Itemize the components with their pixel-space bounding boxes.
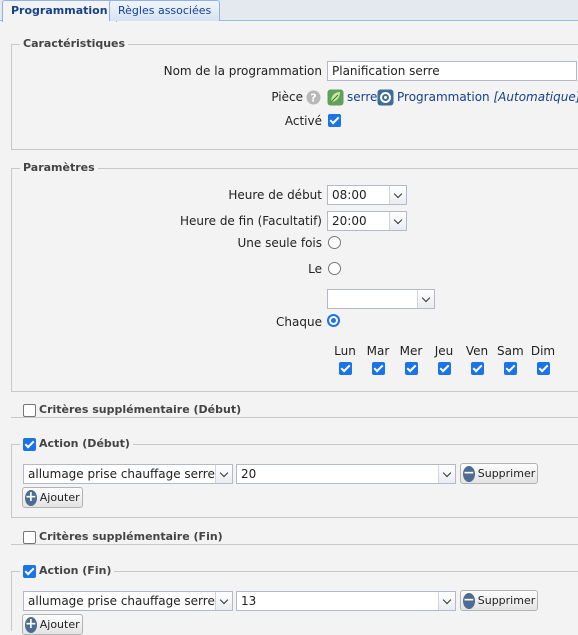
tab-programmation[interactable]: Programmation xyxy=(2,0,117,22)
once-radio[interactable] xyxy=(328,236,341,249)
mode-name: Programmation xyxy=(397,90,490,104)
day-label-sam: Sam xyxy=(497,344,523,358)
question-circle-icon[interactable]: ? xyxy=(306,90,321,105)
day-label-jeu: Jeu xyxy=(431,344,457,358)
end-time-label: Heure de fin (Facultatif) xyxy=(150,213,322,229)
action-fin-remove-button[interactable]: − Supprimer xyxy=(460,590,538,611)
chevron-down-icon[interactable] xyxy=(438,465,455,483)
start-time-select[interactable]: 08:00 xyxy=(327,185,407,205)
plus-icon: + xyxy=(25,490,37,506)
action-fin-checkbox[interactable] xyxy=(23,565,36,578)
action-debut-device-value: allumage prise chauffage serre xyxy=(28,465,215,483)
tab-bar: Programmation Règles associées xyxy=(0,0,578,21)
chevron-down-icon[interactable] xyxy=(389,212,406,230)
action-fin-value: 13 xyxy=(241,592,256,610)
once-label: Une seule fois xyxy=(150,235,322,251)
day-checkbox-dim[interactable] xyxy=(537,362,550,375)
day-label-mar: Mar xyxy=(365,344,391,358)
day-label-dim: Dim xyxy=(530,344,556,358)
day-checkbox-sam[interactable] xyxy=(504,362,517,375)
caracteristiques-legend: Caractéristiques xyxy=(20,37,128,51)
remove-label: Supprimer xyxy=(478,464,536,483)
minus-icon: − xyxy=(463,466,475,482)
end-time-value: 20:00 xyxy=(332,212,367,230)
criteres-fin-checkbox[interactable] xyxy=(23,531,36,544)
le-label: Le xyxy=(200,261,322,277)
end-time-select[interactable]: 20:00 xyxy=(327,211,407,231)
active-label: Activé xyxy=(200,113,322,129)
criteres-debut-legend[interactable]: Critères supplémentaire (Début) xyxy=(20,403,244,417)
action-debut-add-button[interactable]: + Ajouter xyxy=(22,487,83,508)
programmation-name-input[interactable]: Planification serre xyxy=(327,61,577,81)
criteres-fin-fieldset xyxy=(11,544,578,547)
action-fin-value-select[interactable]: 13 xyxy=(236,591,456,611)
start-time-label: Heure de début xyxy=(150,187,322,203)
svg-text:?: ? xyxy=(310,92,316,105)
add-label: Ajouter xyxy=(40,488,80,507)
remove-label: Supprimer xyxy=(478,591,536,610)
gear-icon xyxy=(377,89,394,106)
criteres-debut-fieldset xyxy=(11,417,578,420)
le-radio[interactable] xyxy=(328,262,341,275)
day-label-lun: Lun xyxy=(332,344,358,358)
action-fin-device-value: allumage prise chauffage serre xyxy=(28,592,215,610)
mode-type: [Automatique] xyxy=(494,90,578,104)
start-time-value: 08:00 xyxy=(332,186,367,204)
chaque-label: Chaque xyxy=(200,314,322,330)
piece-link[interactable]: serre xyxy=(347,89,377,105)
chevron-down-icon[interactable] xyxy=(215,465,232,483)
day-checkbox-mar[interactable] xyxy=(372,362,385,375)
action-debut-value: 20 xyxy=(241,465,256,483)
chevron-down-icon[interactable] xyxy=(438,592,455,610)
parametres-legend: Paramètres xyxy=(20,161,98,175)
day-checkbox-jeu[interactable] xyxy=(438,362,451,375)
chevron-down-icon[interactable] xyxy=(389,186,406,204)
chevron-down-icon[interactable] xyxy=(215,592,232,610)
mode-link[interactable]: Programmation [Automatique] xyxy=(397,89,578,105)
day-checkbox-lun[interactable] xyxy=(339,362,352,375)
chaque-radio[interactable] xyxy=(327,314,340,327)
piece-label: Pièce xyxy=(200,89,303,105)
day-checkbox-mer[interactable] xyxy=(405,362,418,375)
day-checkbox-ven[interactable] xyxy=(471,362,484,375)
active-checkbox[interactable] xyxy=(328,114,341,127)
name-label: Nom de la programmation xyxy=(100,63,322,79)
chevron-down-icon[interactable] xyxy=(417,290,434,308)
tab-regles-associees[interactable]: Règles associées xyxy=(109,0,220,21)
action-fin-legend[interactable]: Action (Fin) xyxy=(20,564,114,578)
action-fin-device-select[interactable]: allumage prise chauffage serre xyxy=(23,591,233,611)
criteres-fin-legend[interactable]: Critères supplémentaire (Fin) xyxy=(20,530,226,544)
action-debut-legend[interactable]: Action (Début) xyxy=(20,437,133,451)
day-label-ven: Ven xyxy=(464,344,490,358)
le-date-select[interactable] xyxy=(327,289,435,309)
action-debut-remove-button[interactable]: − Supprimer xyxy=(460,463,538,484)
minus-icon: − xyxy=(463,593,475,609)
day-label-mer: Mer xyxy=(398,344,424,358)
action-debut-value-select[interactable]: 20 xyxy=(236,464,456,484)
criteres-debut-checkbox[interactable] xyxy=(23,404,36,417)
action-debut-checkbox[interactable] xyxy=(23,438,36,451)
action-debut-device-select[interactable]: allumage prise chauffage serre xyxy=(23,464,233,484)
leaf-icon xyxy=(327,89,344,106)
